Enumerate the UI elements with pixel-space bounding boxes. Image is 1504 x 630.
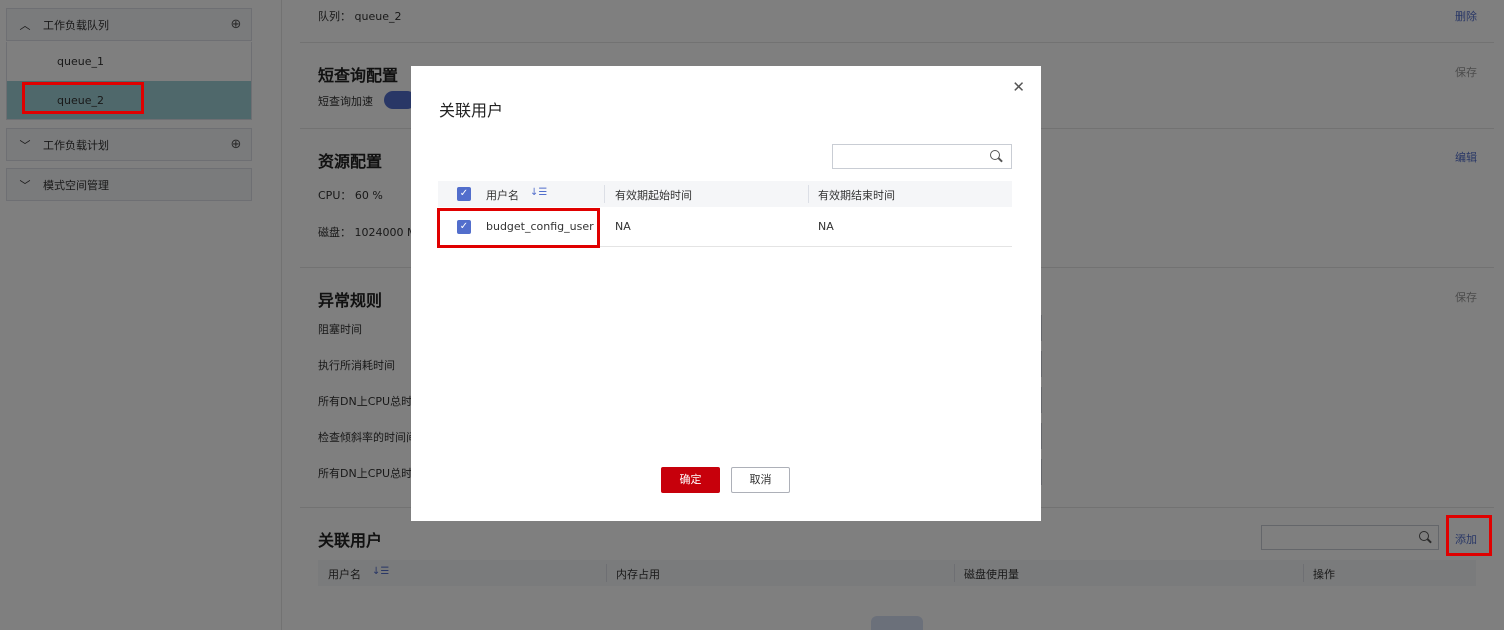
dialog-title: 关联用户 (439, 101, 504, 120)
highlight-box (437, 208, 600, 248)
select-all-checkbox[interactable]: ✓ (457, 187, 471, 201)
column-header-end-time: 有效期结束时间 (818, 189, 895, 202)
column-separator (808, 185, 809, 203)
column-header-username[interactable]: 用户名 (486, 187, 519, 203)
column-separator (604, 185, 605, 203)
sort-icon[interactable]: ↓☰ (530, 187, 547, 198)
associate-users-dialog: 关联用户 ✕ ✓ 用户名 ↓☰ 有效期起始时间 有效期结束时间 ✓ budget… (411, 66, 1041, 521)
end-time-cell: NA (818, 220, 834, 233)
start-time-cell: NA (615, 220, 631, 233)
highlight-box (22, 82, 144, 114)
dialog-search-input[interactable] (832, 144, 1012, 169)
close-icon[interactable]: ✕ (1012, 78, 1025, 96)
column-header-start-time: 有效期起始时间 (615, 189, 692, 202)
cancel-button[interactable]: 取消 (731, 467, 790, 493)
dialog-table-header: ✓ 用户名 ↓☰ 有效期起始时间 有效期结束时间 (438, 181, 1012, 207)
highlight-box (1446, 515, 1492, 556)
confirm-button[interactable]: 确定 (661, 467, 720, 493)
search-icon[interactable] (990, 150, 1003, 163)
